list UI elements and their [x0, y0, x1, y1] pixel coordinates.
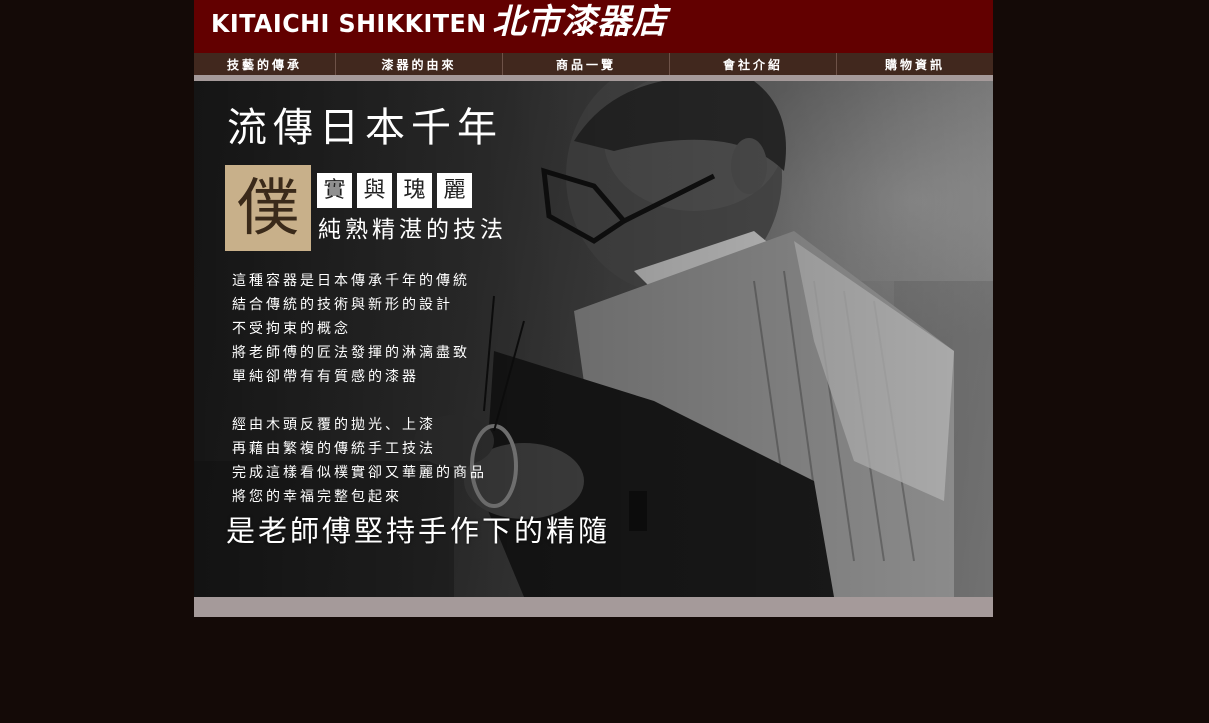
nav-item-shopping-info[interactable]: 購物資訊 — [837, 53, 993, 75]
body-line: 單純卻帶有有質感的漆器 — [232, 369, 419, 385]
nav-item-company-intro[interactable]: 會社介紹 — [670, 53, 837, 75]
boxed-char: 實 — [317, 173, 352, 208]
boxed-characters: 實 與 瑰 麗 — [317, 173, 472, 208]
boxed-char: 瑰 — [397, 173, 432, 208]
page-container: KITAICHI SHIKKITEN 北市漆器店 技藝的傳承 漆器的由來 商品一… — [194, 0, 993, 617]
hero-heading: 流傳日本千年 — [227, 105, 503, 151]
hero-body-text: 這種容器是日本傳承千年的傳統 結合傳統的技術與新形的設計 不受拘束的概念 將老師… — [232, 269, 487, 509]
body-line: 經由木頭反覆的拋光、上漆 — [232, 417, 436, 433]
body-line: 結合傳統的技術與新形的設計 — [232, 297, 453, 313]
hero-closing-line: 是老師傅堅持手作下的精隨 — [226, 514, 611, 548]
main-nav: 技藝的傳承 漆器的由來 商品一覽 會社介紹 購物資訊 — [194, 53, 993, 75]
nav-item-lacquer-origin[interactable]: 漆器的由來 — [336, 53, 503, 75]
nav-item-craft-heritage[interactable]: 技藝的傳承 — [194, 53, 336, 75]
body-line: 將您的幸福完整包起來 — [232, 489, 402, 505]
nav-item-product-list[interactable]: 商品一覽 — [503, 53, 670, 75]
hero-section: 流傳日本千年 僕 實 與 瑰 麗 純熟精湛的技法 這種容器是日本傳承千年的傳統 … — [194, 81, 993, 597]
body-line: 完成這樣看似樸實卻又華麗的商品 — [232, 465, 487, 481]
seal-character: 僕 — [225, 165, 311, 251]
body-line: 不受拘束的概念 — [232, 321, 351, 337]
body-line: 再藉由繁複的傳統手工技法 — [232, 441, 436, 457]
brand-logo-en[interactable]: KITAICHI SHIKKITEN — [211, 9, 487, 39]
footer-bar — [194, 597, 993, 617]
hero-subtitle: 純熟精湛的技法 — [318, 217, 507, 243]
site-banner: KITAICHI SHIKKITEN 北市漆器店 — [194, 0, 993, 53]
body-line: 將老師傅的匠法發揮的淋漓盡致 — [232, 345, 470, 361]
boxed-char: 麗 — [437, 173, 472, 208]
boxed-char: 與 — [357, 173, 392, 208]
body-line: 這種容器是日本傳承千年的傳統 — [232, 273, 470, 289]
brand-logo-jp[interactable]: 北市漆器店 — [492, 0, 667, 44]
